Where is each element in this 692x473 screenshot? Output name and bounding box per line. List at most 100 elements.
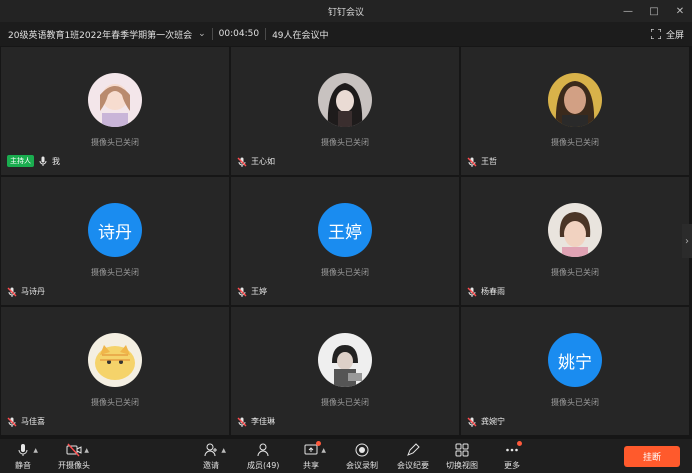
participant-tile[interactable]: 摄像头已关闭 杨春雨	[461, 177, 689, 305]
name-tag: 龚婉宁	[467, 416, 505, 427]
caret-icon[interactable]: ▲	[33, 447, 38, 454]
more-button[interactable]: 更多	[504, 441, 522, 471]
minutes-button[interactable]: 会议纪要	[397, 442, 429, 471]
maximize-icon[interactable]: □	[648, 5, 660, 17]
members-button[interactable]: 成员(49)	[247, 442, 279, 471]
camera-off-text: 摄像头已关闭	[321, 268, 369, 277]
window-controls: — □ ✕	[622, 0, 686, 22]
video-grid: 摄像头已关闭 主持人 我 摄像头已关闭 王心如 摄像头已关闭 王哲 诗丹 摄像头…	[1, 47, 689, 435]
name-tag: 王哲	[467, 156, 497, 167]
close-icon[interactable]: ✕	[674, 5, 686, 17]
chevron-down-icon[interactable]: ⌄	[198, 29, 206, 39]
notification-dot	[316, 441, 321, 446]
switch-view-label: 切换视图	[446, 461, 478, 470]
fullscreen-label: 全屏	[665, 30, 684, 41]
name-tag: 王婷	[237, 286, 267, 297]
more-label: 更多	[504, 461, 520, 470]
participant-name: 王哲	[481, 157, 497, 166]
hangup-button[interactable]: 挂断	[624, 446, 680, 467]
members-label: 成员(49)	[247, 461, 280, 470]
avatar	[318, 73, 372, 127]
invite-button[interactable]: ▲ 邀请	[203, 442, 226, 471]
avatar	[88, 333, 142, 387]
share-button[interactable]: ▲ 共享	[303, 441, 326, 471]
minimize-icon[interactable]: —	[622, 5, 634, 17]
mic-off-icon	[467, 287, 477, 297]
minutes-label: 会议纪要	[397, 461, 429, 470]
mic-off-icon	[467, 417, 477, 427]
meeting-info-bar: 20级英语教育1班2022年春季学期第一次班会 ⌄ 00:04:50 49人在会…	[0, 22, 692, 46]
mic-icon	[39, 156, 47, 166]
mic-off-icon	[467, 157, 477, 167]
participant-tile[interactable]: 诗丹 摄像头已关闭 马诗丹	[1, 177, 229, 305]
camera-button[interactable]: ▲ 开摄像头	[58, 442, 90, 471]
camera-off-text: 摄像头已关闭	[321, 138, 369, 147]
participant-name: 我	[52, 156, 60, 166]
record-icon	[355, 443, 369, 457]
record-label: 会议录制	[346, 461, 378, 470]
camera-label: 开摄像头	[58, 461, 90, 470]
mic-off-icon	[7, 417, 17, 427]
participant-name: 马诗丹	[21, 287, 45, 296]
participant-name: 王心如	[251, 157, 275, 166]
caret-icon[interactable]: ▲	[221, 447, 226, 454]
meeting-duration: 00:04:50	[218, 29, 260, 39]
bottom-toolbar: ▲ 静音 ▲ 开摄像头 ▲ 邀请 成员(49) ▲ 共享 会议录制 会议纪要 切…	[0, 439, 692, 473]
participant-tile[interactable]: 摄像头已关闭 王哲	[461, 47, 689, 175]
participant-tile[interactable]: 摄像头已关闭 李佳琳	[231, 307, 459, 435]
participant-name: 李佳琳	[251, 417, 275, 426]
window-title: 钉钉会议	[327, 7, 364, 18]
divider	[265, 28, 267, 40]
participant-name: 龚婉宁	[481, 417, 505, 426]
name-tag: 李佳琳	[237, 416, 275, 427]
mic-icon	[18, 444, 28, 456]
host-badge: 主持人	[7, 155, 34, 167]
participant-tile[interactable]: 王婷 摄像头已关闭 王婷	[231, 177, 459, 305]
meeting-name: 20级英语教育1班2022年春季学期第一次班会	[8, 30, 193, 41]
mute-button[interactable]: ▲ 静音	[15, 442, 38, 471]
avatar	[88, 73, 142, 127]
participant-tile[interactable]: 姚宁 摄像头已关闭 龚婉宁	[461, 307, 689, 435]
invite-label: 邀请	[203, 461, 219, 470]
camera-off-text: 摄像头已关闭	[551, 138, 599, 147]
mic-off-icon	[7, 287, 17, 297]
mic-off-icon	[237, 287, 247, 297]
name-tag: 马佳喜	[7, 416, 45, 427]
avatar: 诗丹	[88, 203, 142, 257]
name-tag: 王心如	[237, 156, 275, 167]
participant-tile[interactable]: 摄像头已关闭 主持人 我	[1, 47, 229, 175]
fullscreen-button[interactable]: 全屏	[650, 22, 684, 46]
grid-icon	[455, 443, 469, 457]
camera-off-icon	[66, 443, 82, 457]
caret-icon[interactable]: ▲	[84, 447, 89, 454]
participant-tile[interactable]: 摄像头已关闭 马佳喜	[1, 307, 229, 435]
name-tag: 杨春雨	[467, 286, 505, 297]
avatar: 王婷	[318, 203, 372, 257]
avatar	[548, 73, 602, 127]
members-icon	[257, 443, 269, 457]
share-label: 共享	[303, 461, 319, 470]
title-bar: 钉钉会议 — □ ✕	[0, 0, 692, 22]
camera-off-text: 摄像头已关闭	[91, 398, 139, 407]
participant-name: 杨春雨	[481, 287, 505, 296]
caret-icon[interactable]: ▲	[321, 447, 326, 454]
camera-off-text: 摄像头已关闭	[551, 268, 599, 277]
name-tag: 主持人 我	[7, 155, 60, 167]
switch-view-button[interactable]: 切换视图	[446, 442, 478, 471]
avatar	[548, 203, 602, 257]
add-user-icon	[204, 443, 217, 457]
camera-off-text: 摄像头已关闭	[551, 398, 599, 407]
record-button[interactable]: 会议录制	[346, 442, 378, 471]
avatar: 姚宁	[548, 333, 602, 387]
participant-tile[interactable]: 摄像头已关闭 王心如	[231, 47, 459, 175]
notification-dot	[517, 441, 522, 446]
camera-off-text: 摄像头已关闭	[91, 138, 139, 147]
camera-off-text: 摄像头已关闭	[321, 398, 369, 407]
participant-name: 王婷	[251, 287, 267, 296]
avatar	[318, 333, 372, 387]
chevron-right-icon[interactable]: ›	[682, 224, 692, 258]
mic-off-icon	[237, 417, 247, 427]
fullscreen-icon	[650, 29, 661, 39]
mute-label: 静音	[15, 461, 31, 470]
divider	[211, 28, 213, 40]
